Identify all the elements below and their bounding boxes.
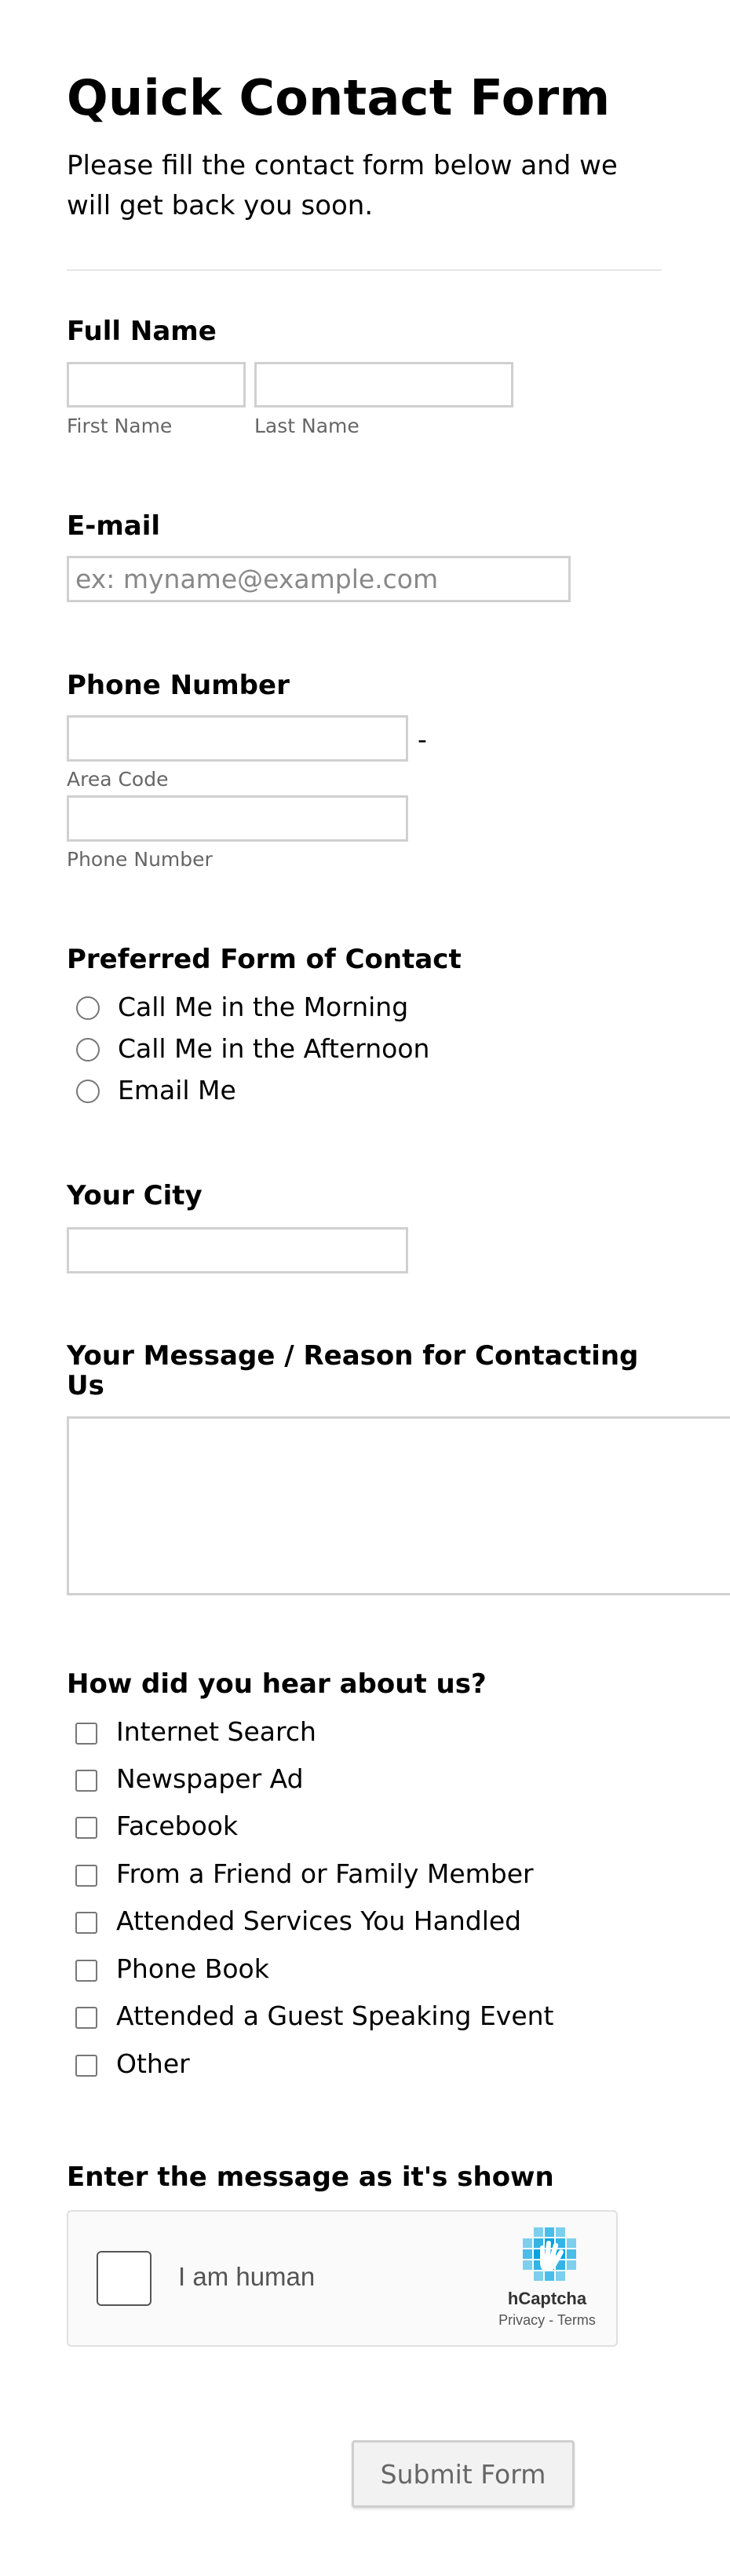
phone-separator: -	[418, 724, 427, 755]
last-name-input[interactable]	[254, 362, 513, 407]
contact-option-email-radio[interactable]	[76, 1080, 100, 1103]
referral-label: How did you hear about us?	[67, 1668, 487, 1700]
contact-option-email-label[interactable]: Email Me	[118, 1075, 236, 1105]
contact-option-afternoon-radio[interactable]	[76, 1038, 100, 1061]
city-input[interactable]	[67, 1227, 408, 1273]
phone-number-sublabel: Phone Number	[67, 848, 213, 871]
referral-newspaper-ad-checkbox[interactable]	[75, 1770, 97, 1792]
hcaptcha-logo-icon	[523, 2227, 576, 2281]
referral-friend-family-checkbox[interactable]	[75, 1865, 97, 1887]
phone-number-label: Phone Number	[67, 670, 290, 701]
full-name-label: Full Name	[67, 316, 217, 347]
referral-phone-book-checkbox[interactable]	[75, 1960, 97, 1982]
referral-other-label[interactable]: Other	[116, 2048, 190, 2079]
referral-attended-services-checkbox[interactable]	[75, 1912, 97, 1934]
referral-guest-speaking-checkbox[interactable]	[75, 2007, 97, 2029]
first-name-input[interactable]	[67, 362, 246, 407]
contact-option-morning-radio[interactable]	[76, 996, 100, 1020]
last-name-sublabel: Last Name	[254, 415, 360, 437]
email-label: E-mail	[67, 510, 161, 542]
referral-attended-services-label[interactable]: Attended Services You Handled	[116, 1906, 521, 1936]
phone-number-input[interactable]	[67, 795, 408, 842]
form-description: Please fill the contact form below and w…	[67, 150, 618, 221]
email-field[interactable]	[67, 556, 571, 602]
contact-option-morning-label[interactable]: Call Me in the Morning	[118, 992, 408, 1022]
referral-facebook-checkbox[interactable]	[75, 1817, 97, 1839]
submit-button[interactable]: Submit Form	[352, 2440, 575, 2508]
divider	[67, 269, 662, 271]
captcha-checkbox-label: I am human	[178, 2262, 316, 2291]
contact-option-afternoon-label[interactable]: Call Me in the Afternoon	[118, 1033, 429, 1064]
hcaptcha-widget: I am human hCaptcha Privacy - Terms	[67, 2210, 618, 2347]
city-label: Your City	[67, 1180, 203, 1211]
referral-newspaper-ad-label[interactable]: Newspaper Ad	[116, 1763, 304, 1794]
captcha-label: Enter the message as it's shown	[67, 2161, 554, 2193]
referral-friend-family-label[interactable]: From a Friend or Family Member	[116, 1858, 534, 1889]
referral-facebook-label[interactable]: Facebook	[116, 1811, 238, 1841]
referral-guest-speaking-label[interactable]: Attended a Guest Speaking Event	[116, 2001, 554, 2031]
referral-phone-book-label[interactable]: Phone Book	[116, 1953, 269, 1984]
contact-preference-label: Preferred Form of Contact	[67, 944, 462, 975]
captcha-brand: hCaptcha	[507, 2289, 587, 2308]
captcha-privacy-terms-links[interactable]: Privacy - Terms	[476, 2312, 618, 2329]
message-textarea[interactable]	[67, 1416, 730, 1595]
area-code-input[interactable]	[67, 715, 408, 762]
first-name-sublabel: First Name	[67, 415, 173, 437]
captcha-checkbox[interactable]	[97, 2251, 151, 2306]
page-title: Quick Contact Form	[67, 69, 611, 126]
message-label: Your Message / Reason for Contacting Us	[67, 1340, 639, 1401]
area-code-sublabel: Area Code	[67, 768, 169, 791]
referral-internet-search-label[interactable]: Internet Search	[116, 1716, 316, 1747]
referral-other-checkbox[interactable]	[75, 2055, 97, 2077]
referral-internet-search-checkbox[interactable]	[75, 1723, 97, 1745]
